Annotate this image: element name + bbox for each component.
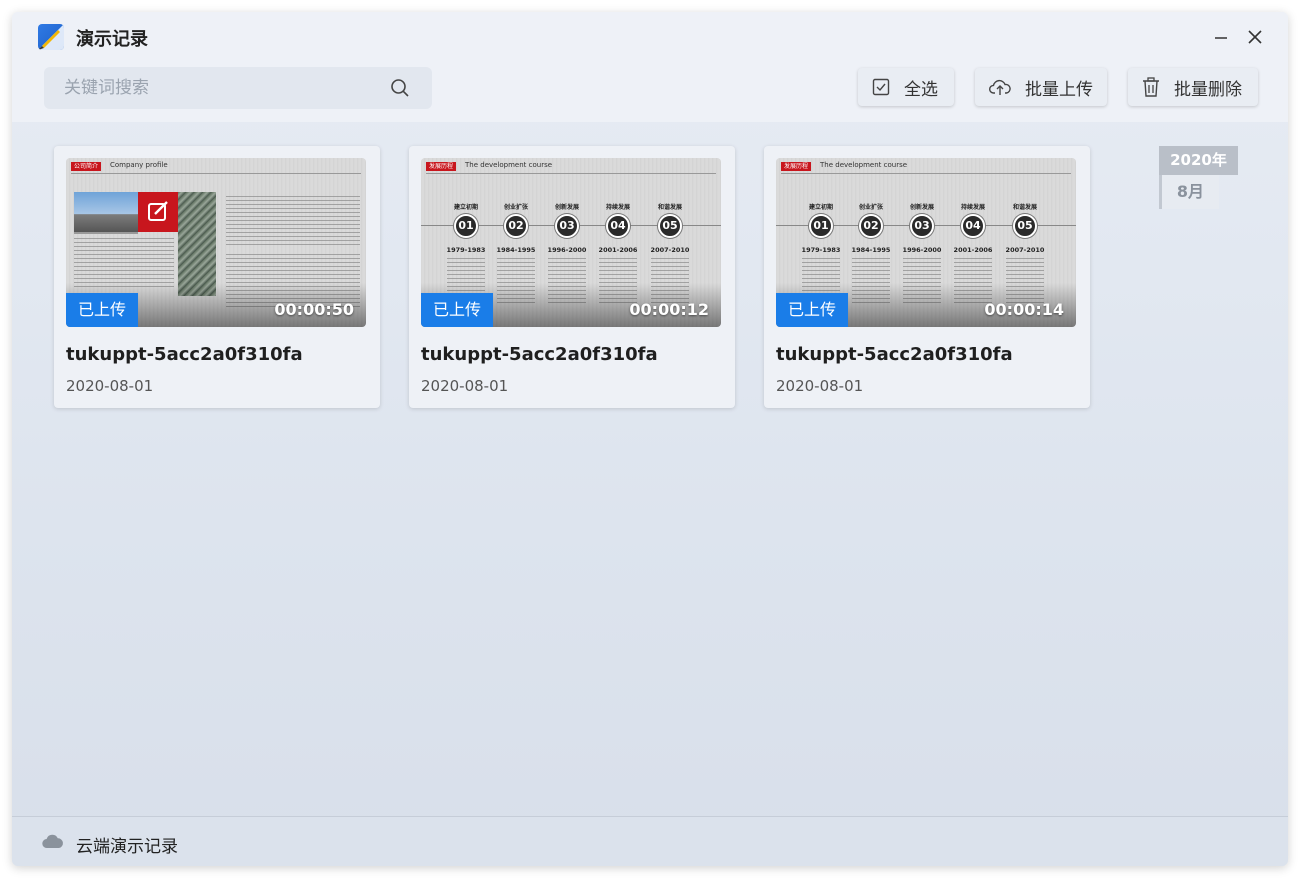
timeline-stage: 建立初期 [453,204,478,211]
batch-delete-button[interactable]: 批量删除 [1128,68,1258,106]
slide-body-text [74,238,174,288]
timeline-year: 1984-1995 [851,246,891,254]
record-card[interactable]: 发展历程 The development course 建立初期 创业扩张 创新… [764,146,1090,408]
app-title: 演示记录 [76,29,148,50]
record-thumbnail[interactable]: 发展历程 The development course 建立初期 创业扩张 创新… [421,158,721,327]
minimize-icon [1215,37,1227,39]
record-date: 2020-08-01 [421,377,509,395]
search-icon[interactable] [390,78,410,98]
record-date: 2020-08-01 [66,377,154,395]
record-thumbnail[interactable]: 发展历程 The development course 建立初期 创业扩张 创新… [776,158,1076,327]
batch-delete-label: 批量删除 [1174,79,1242,100]
status-badge: 已上传 [66,293,139,327]
timeline-year: 1979-1983 [801,246,841,254]
record-card[interactable]: 公司简介 Company profile 已上传 00:00:50 tukupp… [54,146,380,408]
select-all-label: 全选 [904,79,938,100]
slide-body-text [226,196,360,246]
timeline-stage: 持续发展 [605,204,630,211]
app-window: 演示记录 全选 [12,12,1288,866]
cloud-records-link[interactable]: 云端演示记录 [76,832,178,857]
batch-upload-button[interactable]: 批量上传 [975,68,1107,106]
timeline-number: 01 [809,214,833,238]
timeline-number: 02 [859,214,883,238]
top-bar: 演示记录 全选 [12,12,1288,122]
slide-subtitle: The development course [820,161,908,169]
record-date: 2020-08-01 [776,377,864,395]
timeline-stage: 和谐发展 [1012,204,1037,211]
app-logo-icon [38,24,64,50]
record-title[interactable]: tukuppt-5acc2a0f310fa [66,344,303,365]
slide-photo [74,192,138,232]
record-thumbnail[interactable]: 公司简介 Company profile 已上传 00:00:50 [66,158,366,327]
checkbox-icon [872,78,890,96]
record-title[interactable]: tukuppt-5acc2a0f310fa [776,344,1013,365]
minimize-button[interactable] [1210,26,1232,48]
close-icon [1248,30,1262,44]
timeline-stage: 和谐发展 [657,204,682,211]
timeline-year: 2007-2010 [1005,246,1045,254]
timeline-number: 03 [555,214,579,238]
timeline-year: 2001-2006 [598,246,638,254]
duration-label: 00:00:14 [984,300,1064,319]
slide-tag: 发展历程 [781,162,812,171]
batch-upload-label: 批量上传 [1025,79,1093,100]
timeline-year: 1996-2000 [902,246,942,254]
timeline-year: 1984-1995 [496,246,536,254]
trash-icon [1143,77,1159,97]
record-card[interactable]: 发展历程 The development course 建立初期 创业扩张 创新… [409,146,735,408]
timeline-stage: 创业扩张 [858,204,883,211]
timeline-year: 1979-1983 [446,246,486,254]
status-badge: 已上传 [776,293,849,327]
slide-divider [426,173,716,174]
timeline-number: 01 [454,214,478,238]
slide-tag: 公司简介 [71,162,102,171]
duration-label: 00:00:50 [274,300,354,319]
slide-photo [74,232,138,234]
timeline-stage: 创新发展 [554,204,579,211]
status-badge: 已上传 [421,293,494,327]
timeline-stage: 持续发展 [960,204,985,211]
search-box [44,67,432,109]
close-button[interactable] [1244,26,1266,48]
date-month-label: 8月 [1159,175,1219,209]
timeline-stage: 建立初期 [808,204,833,211]
footer-bar: 云端演示记录 [12,816,1288,866]
cloud-upload-icon [989,79,1011,95]
duration-label: 00:00:12 [629,300,709,319]
timeline-stage: 创新发展 [909,204,934,211]
timeline-year: 1996-2000 [547,246,587,254]
slide-tag: 发展历程 [426,162,457,171]
cloud-icon [42,834,63,849]
timeline-number: 05 [658,214,682,238]
slide-subtitle: Company profile [110,161,168,169]
timeline-number: 04 [606,214,630,238]
search-input[interactable] [44,67,384,109]
timeline-number: 05 [1013,214,1037,238]
edit-icon [138,192,178,232]
slide-divider [71,173,361,174]
records-area: 公司简介 Company profile 已上传 00:00:50 tukupp… [12,122,1288,816]
date-marker: 2020年 8月 [1159,146,1238,209]
timeline-number: 03 [910,214,934,238]
timeline-year: 2001-2006 [953,246,993,254]
record-title[interactable]: tukuppt-5acc2a0f310fa [421,344,658,365]
timeline-number: 04 [961,214,985,238]
select-all-button[interactable]: 全选 [858,68,954,106]
timeline-stage: 创业扩张 [503,204,528,211]
slide-photo [178,192,216,296]
slide-subtitle: The development course [465,161,553,169]
slide-divider [781,173,1071,174]
timeline-number: 02 [504,214,528,238]
timeline-year: 2007-2010 [650,246,690,254]
date-year-label: 2020年 [1159,146,1238,175]
